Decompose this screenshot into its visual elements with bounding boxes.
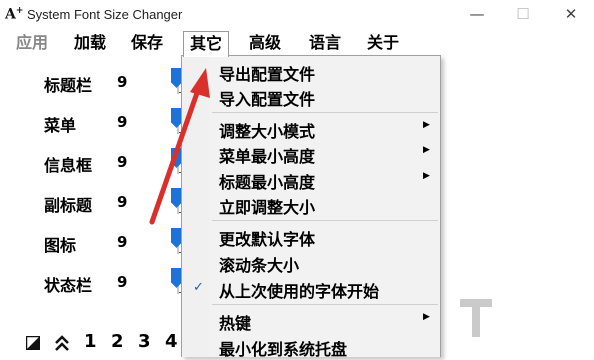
menu-item-label: 菜单最小高度 [219,147,316,166]
menu-other[interactable]: 其它 [183,31,230,57]
menu-item-export-config[interactable]: 导出配置文件 [182,58,440,84]
minimize-button[interactable]: — [454,0,500,30]
preset-button-3[interactable]: 3 [138,331,151,352]
menu-language[interactable]: 语言 [303,31,347,55]
row-value: 9 [117,273,128,291]
menu-separator [212,220,438,221]
check-icon: ✓ [193,280,204,295]
menu-item-start-from-last-font[interactable]: ✓ 从上次使用的字体开始 [182,275,440,301]
double-chevron-up-icon[interactable] [54,334,70,352]
menu-advanced[interactable]: 高级 [243,31,287,55]
row-value: 9 [117,233,128,251]
menu-item-resize-mode[interactable]: 调整大小模式 ▶ [182,115,440,141]
menu-separator [212,112,438,113]
row-menu: 菜单 9 [0,108,182,138]
row-label: 信息框 [44,156,93,175]
row-status-bar: 状态栏 9 [0,268,182,298]
watermark-logo [456,283,592,355]
menu-item-label: 导出配置文件 [219,65,316,84]
menu-item-label: 立即调整大小 [219,198,316,217]
watermark-icon [460,299,492,337]
menu-about[interactable]: 关于 [361,31,405,55]
submenu-arrow-icon: ▶ [423,120,430,130]
menu-item-import-config[interactable]: 导入配置文件 [182,83,440,109]
row-label: 菜单 [44,116,77,135]
menu-item-menu-min-height[interactable]: 菜单最小高度 ▶ [182,140,440,166]
row-value: 9 [117,193,128,211]
menu-bar: 应用 加载 保存 其它 高级 语言 关于 [0,30,594,57]
menu-separator [212,304,438,305]
row-value: 9 [117,153,128,171]
title-bar: A+ System Font Size Changer — ☐ ✕ [0,0,594,30]
minimize-icon: — [469,5,485,23]
menu-item-label: 调整大小模式 [219,122,316,141]
close-icon: ✕ [564,5,578,23]
row-value: 9 [117,113,128,131]
row-label: 状态栏 [44,276,93,295]
other-dropdown-menu: 导出配置文件 导入配置文件 调整大小模式 ▶ 菜单最小高度 ▶ 标题最小高度 ▶… [181,55,441,359]
maximize-button[interactable]: ☐ [500,0,546,30]
submenu-arrow-icon: ▶ [423,312,430,322]
menu-item-resize-now[interactable]: 立即调整大小 [182,191,440,217]
preset-button-2[interactable]: 2 [111,331,124,352]
submenu-arrow-icon: ▶ [423,145,430,155]
menu-item-label: 滚动条大小 [219,256,300,275]
row-icon: 图标 9 [0,228,182,258]
menu-item-label: 标题最小高度 [219,173,316,192]
submenu-arrow-icon: ▶ [423,171,430,181]
menu-apply[interactable]: 应用 [10,31,54,55]
row-label: 图标 [44,236,77,255]
menu-item-label: 热键 [219,314,252,333]
corner-arrow-icon[interactable] [26,336,40,350]
menu-item-change-default-font[interactable]: 更改默认字体 [182,223,440,249]
row-palette-title: 副标题 9 [0,188,182,218]
row-value: 9 [117,73,128,91]
menu-item-label: 更改默认字体 [219,230,316,249]
menu-item-hotkeys[interactable]: 热键 ▶ [182,307,440,333]
menu-item-label: 导入配置文件 [219,90,316,109]
maximize-icon: ☐ [516,5,530,23]
app-icon: A+ [5,6,24,23]
menu-item-scrollbar-size[interactable]: 滚动条大小 [182,249,440,275]
menu-item-label: 最小化到系统托盘 [219,340,348,359]
menu-item-title-min-height[interactable]: 标题最小高度 ▶ [182,166,440,192]
row-message-box: 信息框 9 [0,148,182,178]
preset-button-4[interactable]: 4 [165,331,178,352]
menu-item-minimize-to-tray[interactable]: 最小化到系统托盘 [182,333,440,359]
menu-load[interactable]: 加载 [68,31,112,55]
row-title-bar: 标题栏 9 [0,68,182,98]
window-title: System Font Size Changer [27,7,183,22]
menu-save[interactable]: 保存 [125,31,169,55]
menu-item-label: 从上次使用的字体开始 [219,282,380,301]
row-label: 副标题 [44,196,93,215]
bottom-bar: 1 2 3 4 [0,330,182,357]
row-label: 标题栏 [44,76,93,95]
close-button[interactable]: ✕ [548,0,594,30]
preset-button-1[interactable]: 1 [84,331,97,352]
